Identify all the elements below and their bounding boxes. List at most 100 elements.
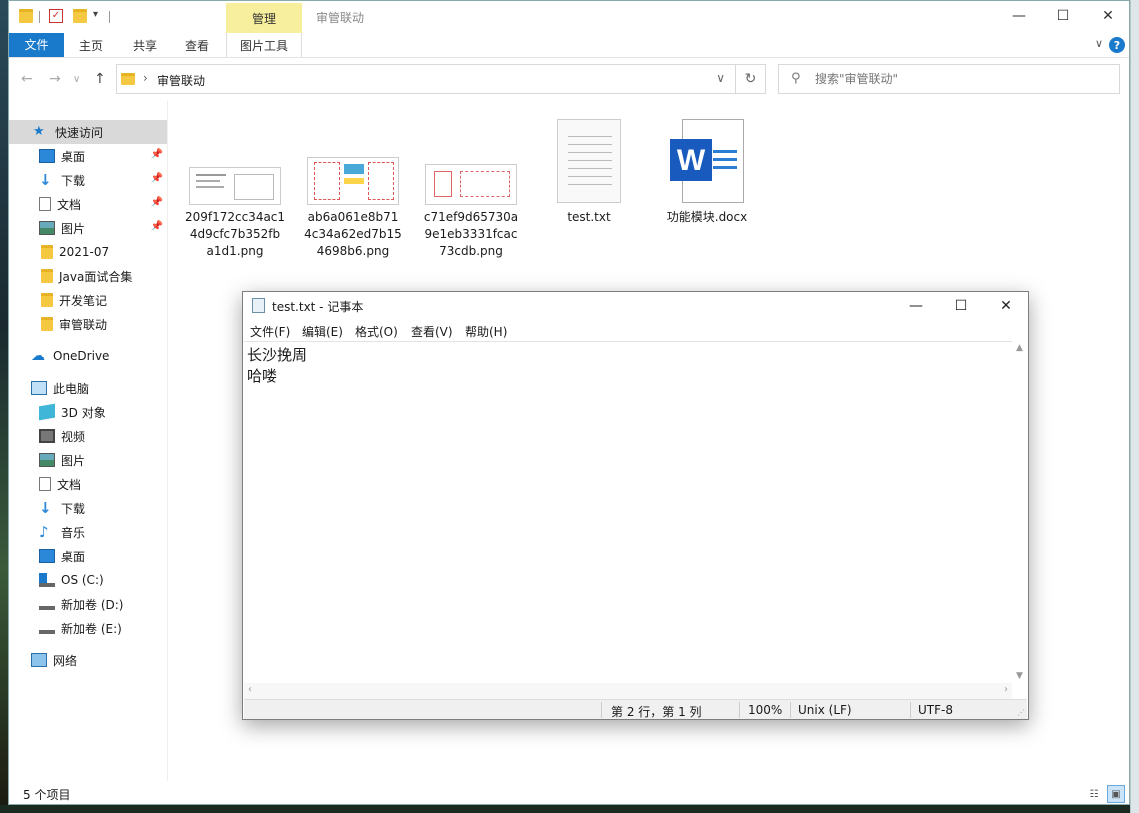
sidebar-item-pc-desktop[interactable]: 桌面	[9, 544, 167, 568]
recent-chevron-icon[interactable]: ∨	[73, 74, 80, 85]
folder-icon	[19, 9, 33, 23]
tab-home[interactable]: 主页	[69, 33, 113, 57]
tab-share[interactable]: 共享	[123, 33, 167, 57]
download-icon: ↓	[39, 171, 52, 189]
address-bar[interactable]: › 审管联动 ∨ ↻	[116, 64, 766, 94]
close-button[interactable]: ✕	[983, 292, 1029, 320]
menu-help[interactable]: 帮助(H)	[465, 323, 507, 340]
computer-icon	[31, 381, 47, 395]
vertical-scrollbar[interactable]: ▲ ▼	[1012, 341, 1028, 683]
sidebar-item-quick-access[interactable]: ★ 快速访问	[9, 120, 167, 144]
file-item[interactable]: W 功能模块.docx	[656, 119, 758, 226]
back-arrow-icon[interactable]: ←	[21, 71, 33, 87]
maximize-button[interactable]: ☐	[938, 292, 984, 320]
breadcrumb[interactable]: 审管联动	[157, 72, 205, 89]
chevron-down-icon[interactable]: ∨	[716, 71, 725, 85]
maximize-button[interactable]: ☐	[1040, 1, 1086, 31]
sidebar-item-dev-notes[interactable]: 开发笔记	[9, 288, 167, 312]
file-name: ab6a061e8b71	[307, 210, 399, 224]
pin-icon[interactable]: 📌	[151, 173, 163, 184]
properties-icon[interactable]: ✓	[49, 9, 63, 23]
scroll-left-icon[interactable]: ‹	[248, 684, 252, 695]
chevron-right-icon[interactable]: ›	[143, 71, 148, 85]
file-name: 209f172cc34ac1	[184, 210, 286, 224]
notepad-titlebar[interactable]: test.txt - 记事本 — ☐ ✕	[243, 292, 1028, 320]
sidebar-item-network[interactable]: 网络	[9, 648, 167, 672]
sidebar-item-2021-07[interactable]: 2021-07	[9, 240, 167, 264]
large-icons-view-icon[interactable]: ▣	[1107, 785, 1125, 803]
sidebar-item-this-pc[interactable]: 此电脑	[9, 376, 167, 400]
file-item[interactable]: 209f172cc34ac1 4d9cfc7b352fb a1d1.png	[184, 167, 286, 260]
sidebar-item-pc-pictures[interactable]: 图片	[9, 448, 167, 472]
cloud-icon: ☁	[31, 348, 45, 364]
text-file-icon	[557, 119, 621, 203]
file-name: c71ef9d65730a	[423, 210, 519, 224]
search-box[interactable]: ⚲	[778, 64, 1120, 94]
text-line: 哈喽	[247, 367, 278, 385]
sidebar-item-drive-d[interactable]: 新加卷 (D:)	[9, 592, 167, 616]
sidebar-item-label: 此电脑	[53, 381, 90, 396]
scroll-up-icon[interactable]: ▲	[1016, 343, 1023, 353]
file-item[interactable]: test.txt	[538, 119, 640, 226]
menu-view[interactable]: 查看(V)	[411, 323, 453, 340]
sidebar-item-documents[interactable]: 文档 📌	[9, 192, 167, 216]
background-window-edge	[1130, 0, 1139, 813]
sidebar-item-onedrive[interactable]: ☁ OneDrive	[9, 344, 167, 368]
file-item[interactable]: c71ef9d65730a 9e1eb3331fcac 73cdb.png	[420, 164, 522, 260]
new-folder-icon[interactable]	[73, 9, 87, 23]
chevron-down-icon[interactable]: ∨	[1095, 37, 1103, 50]
customize-toolbar-icon[interactable]: ▾	[93, 9, 98, 20]
menu-file[interactable]: 文件(F)	[250, 323, 290, 340]
sidebar-item-downloads[interactable]: ↓ 下载 📌	[9, 168, 167, 192]
tab-file[interactable]: 文件	[9, 33, 64, 57]
menu-format[interactable]: 格式(O)	[355, 323, 398, 340]
sidebar-item-videos[interactable]: 视频	[9, 424, 167, 448]
minimize-button[interactable]: —	[893, 292, 939, 320]
sidebar-item-3d-objects[interactable]: 3D 对象	[9, 400, 167, 424]
sidebar-item-label: 下载	[61, 501, 86, 516]
sidebar-item-desktop[interactable]: 桌面 📌	[9, 144, 167, 168]
file-name: a1d1.png	[206, 244, 264, 258]
sidebar-item-shenguan[interactable]: 审管联动	[9, 312, 167, 336]
tab-view[interactable]: 查看	[175, 33, 219, 57]
refresh-button[interactable]: ↻	[735, 65, 765, 93]
sidebar-item-label: 文档	[57, 197, 82, 212]
minimize-button[interactable]: —	[996, 1, 1042, 31]
resize-grip-icon[interactable]: ⋰	[1017, 708, 1025, 717]
up-arrow-icon[interactable]: ↑	[94, 71, 106, 87]
sidebar-item-java[interactable]: Java面试合集	[9, 264, 167, 288]
scroll-right-icon[interactable]: ›	[1004, 684, 1008, 695]
file-item[interactable]: ab6a061e8b71 4c34a62ed7b15 4698b6.png	[302, 157, 404, 260]
help-icon[interactable]: ?	[1109, 37, 1125, 53]
sidebar-item-music[interactable]: ♪ 音乐	[9, 520, 167, 544]
details-view-icon[interactable]: ☷	[1085, 785, 1103, 803]
sidebar-item-label: 桌面	[61, 149, 86, 164]
close-button[interactable]: ✕	[1085, 1, 1131, 31]
windows-drive-icon	[39, 573, 55, 587]
pin-icon[interactable]: 📌	[151, 221, 163, 232]
manage-context-tab[interactable]: 管理	[226, 3, 302, 33]
forward-arrow-icon[interactable]: →	[49, 71, 61, 87]
sidebar-item-drive-e[interactable]: 新加卷 (E:)	[9, 616, 167, 640]
sidebar-item-label: Java面试合集	[59, 269, 133, 284]
network-icon	[31, 653, 47, 667]
sidebar-item-label: 新加卷 (E:)	[61, 621, 122, 636]
sidebar-item-drive-c[interactable]: OS (C:)	[9, 568, 167, 592]
image-thumbnail	[425, 164, 517, 205]
scroll-down-icon[interactable]: ▼	[1016, 671, 1023, 681]
horizontal-scrollbar[interactable]: ‹ ›	[244, 683, 1012, 699]
tab-picture-tools[interactable]: 图片工具	[226, 33, 302, 57]
pin-icon[interactable]: 📌	[151, 149, 163, 160]
notepad-text-area[interactable]: 长沙挽周 哈喽	[244, 341, 1012, 683]
sidebar-item-pc-downloads[interactable]: ↓ 下载	[9, 496, 167, 520]
file-name: 4c34a62ed7b15	[304, 227, 402, 241]
notepad-icon	[252, 298, 265, 313]
search-input[interactable]	[815, 69, 1105, 89]
text-line: 长沙挽周	[247, 346, 308, 364]
star-icon: ★	[33, 124, 45, 139]
sidebar-item-pc-documents[interactable]: 文档	[9, 472, 167, 496]
encoding: UTF-8	[918, 703, 953, 717]
sidebar-item-pictures[interactable]: 图片 📌	[9, 216, 167, 240]
pin-icon[interactable]: 📌	[151, 197, 163, 208]
menu-edit[interactable]: 编辑(E)	[302, 323, 343, 340]
